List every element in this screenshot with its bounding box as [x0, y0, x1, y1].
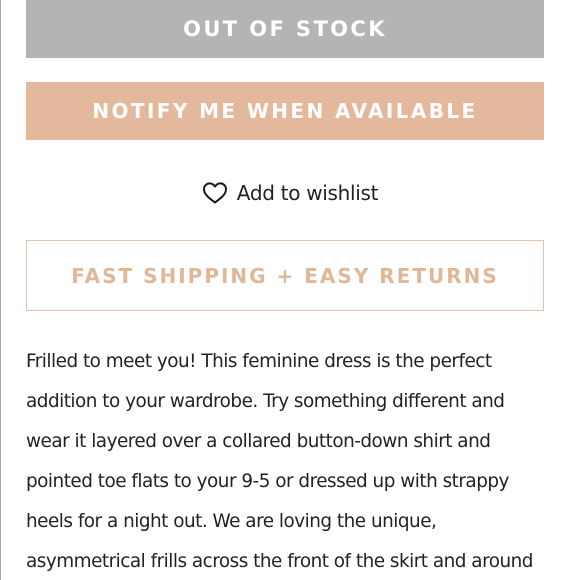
product-panel: OUT OF STOCK NOTIFY ME WHEN AVAILABLE Ad…	[0, 0, 580, 580]
description-line: heels for a night out. We are loving the…	[26, 511, 437, 532]
description-line: asymmetrical frills across the front of …	[26, 551, 533, 572]
product-description: Frilled to meet you! This feminine dress…	[26, 342, 556, 580]
description-line: Frilled to meet you! This feminine dress…	[26, 351, 492, 372]
out-of-stock-button[interactable]: OUT OF STOCK	[26, 0, 544, 58]
add-to-wishlist-link[interactable]: Add to wishlist	[0, 174, 580, 212]
description-line: addition to your wardrobe. Try something…	[26, 391, 505, 412]
heart-icon	[202, 181, 228, 205]
shipping-returns-text: FAST SHIPPING + EASY RETURNS	[71, 263, 499, 288]
wishlist-label: Add to wishlist	[236, 181, 379, 205]
description-line: wear it layered over a collared button-d…	[26, 431, 491, 452]
notify-when-available-button[interactable]: NOTIFY ME WHEN AVAILABLE	[26, 82, 544, 140]
left-divider	[0, 0, 1, 580]
description-line: pointed toe flats to your 9-5 or dressed…	[26, 471, 509, 492]
shipping-returns-banner: FAST SHIPPING + EASY RETURNS	[26, 240, 544, 311]
